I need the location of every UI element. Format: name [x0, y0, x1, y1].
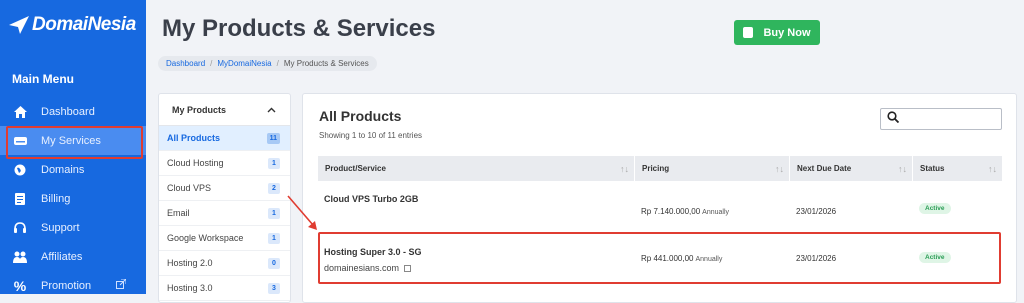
table-header: Product/Service ↑↓ Pricing ↑↓ Next Due D…: [318, 156, 1002, 181]
column-label: Next Due Date: [797, 164, 852, 173]
category-item-cloud-vps[interactable]: Cloud VPS 2: [159, 176, 290, 201]
headset-icon: [13, 221, 27, 235]
external-link-icon: [116, 278, 127, 292]
price: Rp 7.140.000,00: [641, 207, 701, 216]
column-header-due-date[interactable]: Next Due Date ↑↓: [790, 156, 913, 181]
sort-icon: ↑↓: [988, 163, 997, 174]
sidebar-item-my-services[interactable]: My Services: [0, 126, 146, 159]
entries-info: Showing 1 to 10 of 11 entries: [319, 131, 423, 140]
column-header-pricing[interactable]: Pricing ↑↓: [635, 156, 790, 181]
sidebar-item-label: Support: [41, 221, 80, 234]
brand-logo[interactable]: DomaiNesia: [8, 14, 136, 36]
category-count-badge: 0: [268, 257, 280, 269]
table-row[interactable]: Cloud VPS Turbo 2GB Rp 7.140.000,00 Annua…: [317, 194, 1001, 224]
sort-icon: ↑↓: [898, 163, 907, 174]
column-header-product[interactable]: Product/Service ↑↓: [318, 156, 635, 181]
category-panel-title: My Products: [172, 104, 227, 115]
highlight-box: [318, 232, 1001, 284]
column-label: Pricing: [642, 164, 670, 173]
category-label: Hosting 3.0: [167, 283, 213, 293]
category-count-badge: 1: [268, 157, 280, 169]
sidebar-item-label: Domains: [41, 163, 85, 176]
breadcrumb-dashboard[interactable]: Dashboard: [166, 59, 205, 68]
server-icon: [13, 134, 27, 148]
sidebar-item-label: Billing: [41, 192, 71, 205]
logo-mark-icon: [9, 16, 29, 34]
breadcrumb-current: My Products & Services: [283, 59, 369, 68]
category-item-all-products[interactable]: All Products 11: [159, 126, 290, 151]
sidebar-item-label: Promotion: [41, 279, 92, 292]
column-label: Status: [920, 164, 945, 173]
product-name[interactable]: Cloud VPS Turbo 2GB: [324, 194, 634, 204]
category-label: Cloud VPS: [167, 183, 212, 193]
sidebar-item-billing[interactable]: Billing: [0, 184, 146, 213]
buy-now-button[interactable]: Buy Now: [734, 20, 820, 45]
breadcrumb: Dashboard / MyDomaiNesia / My Products &…: [158, 56, 377, 71]
category-label: Google Workspace: [167, 233, 244, 243]
sidebar: DomaiNesia Main Menu Dashboard My Servic…: [0, 0, 146, 294]
category-item-hosting-2[interactable]: Hosting 2.0 0: [159, 251, 290, 276]
sidebar-item-label: Affiliates: [41, 250, 83, 263]
sort-icon: ↑↓: [620, 163, 629, 174]
category-label: All Products: [167, 133, 221, 143]
category-item-cloud-hosting[interactable]: Cloud Hosting 1: [159, 151, 290, 176]
category-label: Hosting 2.0: [167, 258, 213, 268]
breadcrumb-separator: /: [276, 59, 279, 68]
page-title: My Products & Services: [162, 15, 436, 42]
percent-icon: %: [13, 277, 27, 294]
category-panel-header[interactable]: My Products: [159, 94, 290, 126]
search-icon: [887, 110, 900, 128]
category-label: Email: [167, 208, 190, 218]
category-count-badge: 2: [268, 182, 280, 194]
chevron-up-icon: [267, 105, 276, 115]
products-title: All Products: [319, 108, 402, 124]
column-label: Product/Service: [325, 164, 386, 173]
search-input[interactable]: [880, 108, 1002, 130]
sidebar-item-label: Dashboard: [41, 105, 95, 118]
globe-icon: [13, 163, 27, 177]
category-item-google-workspace[interactable]: Google Workspace 1: [159, 226, 290, 251]
breadcrumb-separator: /: [210, 59, 213, 68]
category-count-badge: 3: [268, 282, 280, 294]
category-item-email[interactable]: Email 1: [159, 201, 290, 226]
sidebar-item-promotion[interactable]: % Promotion: [0, 271, 146, 300]
document-icon: [13, 192, 27, 206]
status-badge: Active: [919, 203, 951, 214]
sort-icon: ↑↓: [775, 163, 784, 174]
column-header-status[interactable]: Status ↑↓: [913, 156, 1002, 181]
sidebar-item-support[interactable]: Support: [0, 213, 146, 242]
category-label: Cloud Hosting: [167, 158, 224, 168]
product-category-panel: My Products All Products 11 Cloud Hostin…: [158, 93, 291, 303]
sidebar-item-dashboard[interactable]: Dashboard: [0, 97, 146, 126]
sidebar-item-domains[interactable]: Domains: [0, 155, 146, 184]
category-count-badge: 1: [268, 232, 280, 244]
annotation-arrow: [287, 195, 317, 230]
sidebar-item-affiliates[interactable]: Affiliates: [0, 242, 146, 271]
home-icon: [13, 105, 27, 119]
billing-cycle: Annually: [702, 209, 730, 216]
shopping-bag-icon: [743, 27, 754, 38]
users-icon: [13, 250, 27, 264]
main-menu: Dashboard My Services Domains Billing Su…: [0, 97, 146, 300]
brand-name: DomaiNesia: [32, 14, 136, 35]
breadcrumb-mydomainesia[interactable]: MyDomaiNesia: [217, 59, 271, 68]
buy-now-label: Buy Now: [763, 26, 811, 39]
next-due-date: 23/01/2026: [796, 207, 837, 216]
menu-title: Main Menu: [12, 72, 74, 86]
category-count-badge: 1: [268, 207, 280, 219]
sidebar-item-label: My Services: [41, 134, 101, 147]
category-item-hosting-3[interactable]: Hosting 3.0 3: [159, 276, 290, 301]
category-count-badge: 11: [266, 132, 280, 144]
